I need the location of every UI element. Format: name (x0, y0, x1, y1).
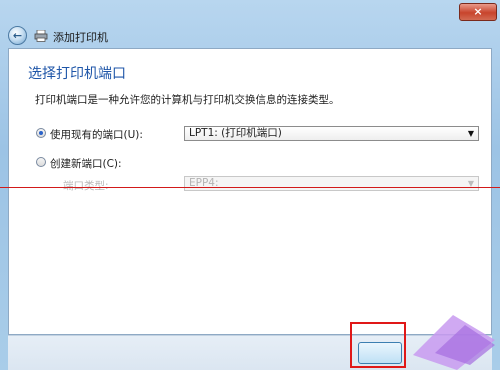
close-button[interactable]: × (459, 3, 497, 21)
new-port-label: 创建新端口(C): (50, 158, 122, 170)
existing-port-select[interactable]: LPT1: (打印机端口) ▼ (184, 126, 479, 141)
radio-new-port[interactable] (36, 157, 46, 167)
annotation-line (0, 187, 500, 188)
chevron-down-icon: ▼ (467, 179, 474, 188)
port-type-label: 端口类型: (63, 180, 109, 192)
port-type-select[interactable]: EPP4: ▼ (184, 176, 479, 191)
printer-icon (34, 30, 48, 42)
window-title: 添加打印机 (53, 31, 108, 44)
existing-port-label: 使用现有的端口(U): (50, 129, 143, 141)
back-button[interactable]: ← (8, 26, 27, 45)
existing-port-value: LPT1: (打印机端口) (189, 127, 282, 139)
page-title: 选择打印机端口 (28, 66, 126, 82)
watermark-logo (413, 306, 495, 370)
chevron-down-icon: ▼ (467, 129, 474, 138)
page-description: 打印机端口是一种允许您的计算机与打印机交换信息的连接类型。 (35, 94, 340, 106)
radio-existing-port[interactable] (36, 128, 46, 138)
radio-selected-dot (39, 131, 43, 135)
back-arrow-icon: ← (12, 29, 23, 42)
